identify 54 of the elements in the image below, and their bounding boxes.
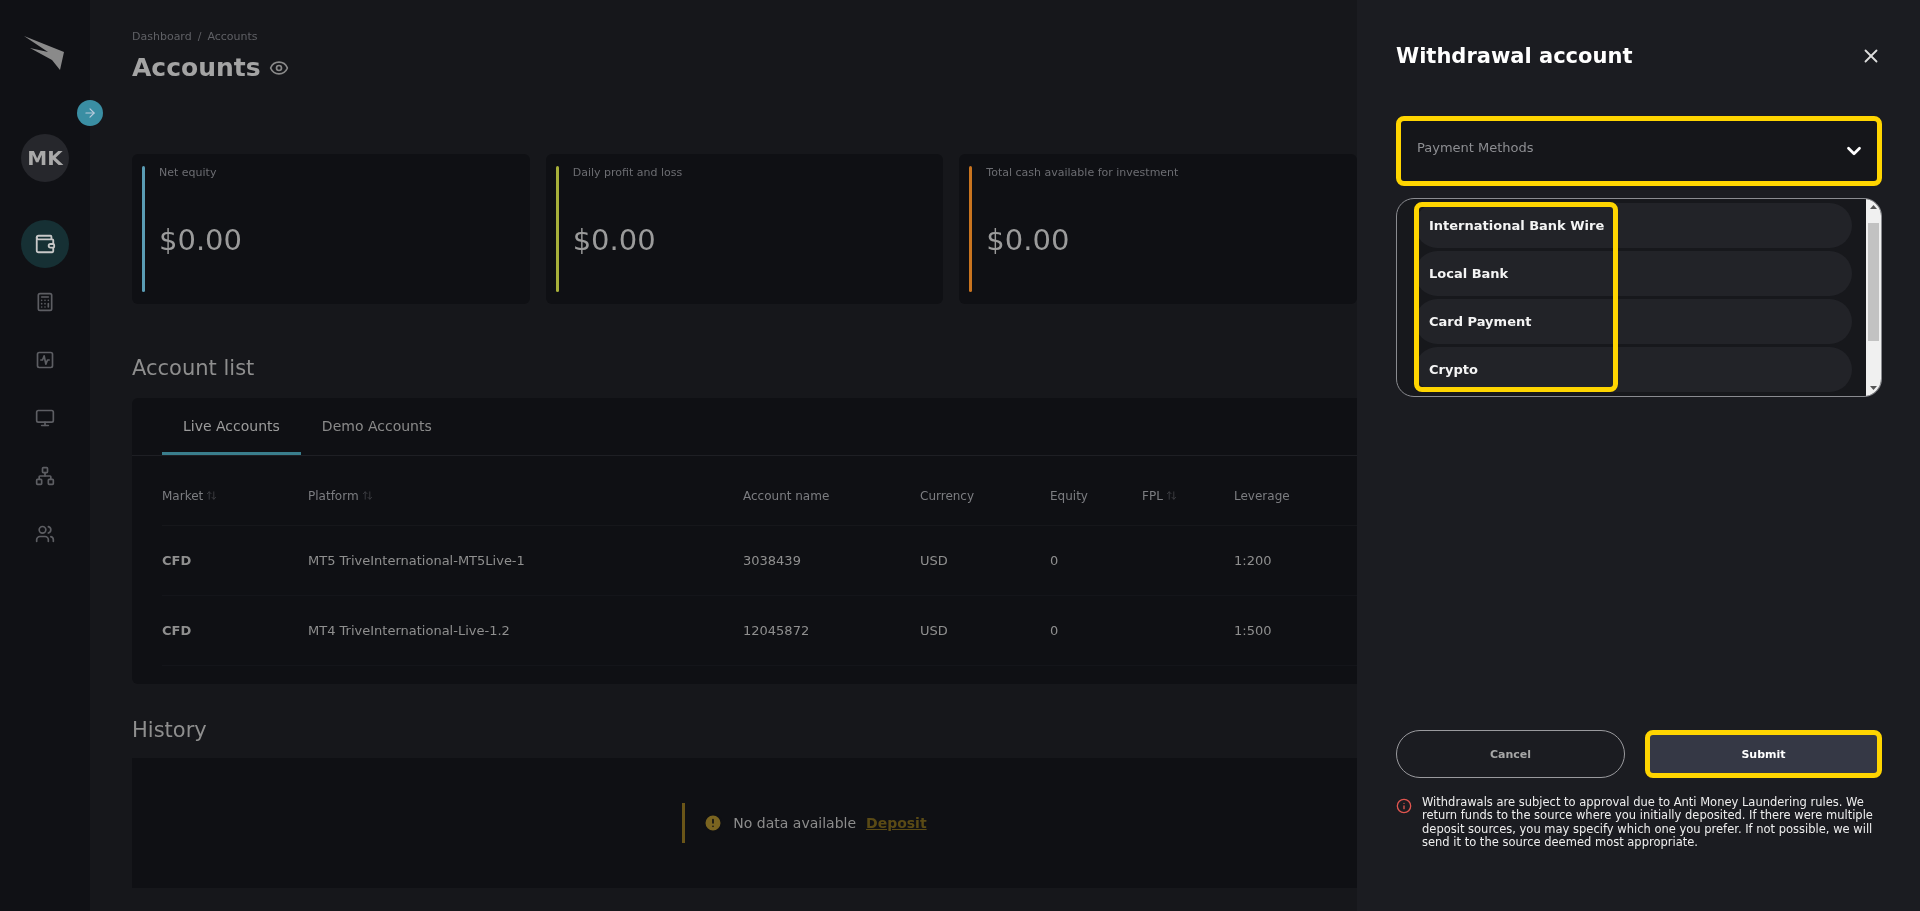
column-header[interactable]: Currency (920, 488, 975, 503)
calculator-icon (35, 292, 55, 312)
table-cell: USD (920, 553, 948, 568)
sort-icon[interactable] (1165, 490, 1177, 501)
submit-button[interactable]: Submit (1645, 730, 1882, 779)
notice-text: Withdrawals are subject to approval due to Anti Money Laundering rules. We return funds to the source where you initially deposited. If there were multiple deposit sources, you may specify which one you prefer. If not possible, we will send it to the source deemed most appropriate. (1422, 796, 1874, 849)
column-header[interactable]: Platform (308, 488, 359, 503)
card-label: Daily profit and loss (572, 166, 683, 179)
network-icon (35, 466, 55, 486)
card-label: Net equity (159, 166, 218, 179)
breadcrumb-separator: / (197, 30, 202, 43)
arrow-right-icon (83, 106, 97, 120)
expand-button[interactable] (77, 100, 103, 126)
sort-icon[interactable] (206, 490, 218, 501)
warning-icon (703, 813, 724, 833)
nav-item[interactable] (21, 220, 69, 268)
table-cell: 1:200 (1234, 553, 1272, 568)
column-header[interactable]: Market (162, 488, 204, 503)
table-cell: 1:500 (1234, 623, 1272, 638)
table-cell: CFD (162, 623, 192, 638)
table-cell: 0 (1050, 553, 1059, 568)
column-header[interactable]: Account name (743, 488, 830, 503)
card-value: $0.00 (986, 223, 1071, 257)
info-icon (1396, 798, 1412, 815)
page-title: Accounts (132, 53, 261, 82)
table-cell: USD (920, 623, 948, 638)
card-label: Total cash available for investment (986, 166, 1179, 179)
table-cell: CFD (162, 553, 192, 568)
account-tab[interactable]: Demo Accounts (300, 398, 453, 455)
sort-icon[interactable] (361, 490, 373, 501)
breadcrumb-link[interactable]: Accounts (207, 30, 258, 43)
breadcrumb-link[interactable]: Dashboard (132, 30, 192, 43)
column-header[interactable]: FPL (1142, 488, 1163, 503)
card-value: $0.00 (159, 223, 243, 257)
wallet-icon (34, 233, 56, 255)
table-cell: MT5 TriveInternational-MT5Live-1 (308, 553, 525, 568)
user-avatar[interactable]: MK (21, 134, 69, 182)
table-cell: 3038439 (743, 553, 801, 568)
chart-icon (35, 350, 55, 370)
account-tab[interactable]: Live Accounts (162, 398, 301, 455)
table-cell: 0 (1050, 623, 1059, 638)
column-header[interactable]: Leverage (1234, 488, 1290, 503)
payment-method-select[interactable]: Payment Methods (1396, 116, 1882, 186)
table-cell: 12045872 (743, 623, 810, 638)
section-title: History (132, 718, 208, 742)
monitor-icon (35, 408, 55, 428)
people-icon (35, 524, 55, 544)
table-cell: MT4 TriveInternational-Live-1.2 (308, 623, 510, 638)
drawer-title: Withdrawal account (1396, 44, 1633, 68)
column-header[interactable]: Equity (1050, 488, 1088, 503)
empty-message: No data available (733, 815, 857, 831)
scrollbar[interactable] (1866, 199, 1881, 396)
card-value: $0.00 (572, 223, 657, 257)
section-title: Account list (132, 356, 256, 380)
